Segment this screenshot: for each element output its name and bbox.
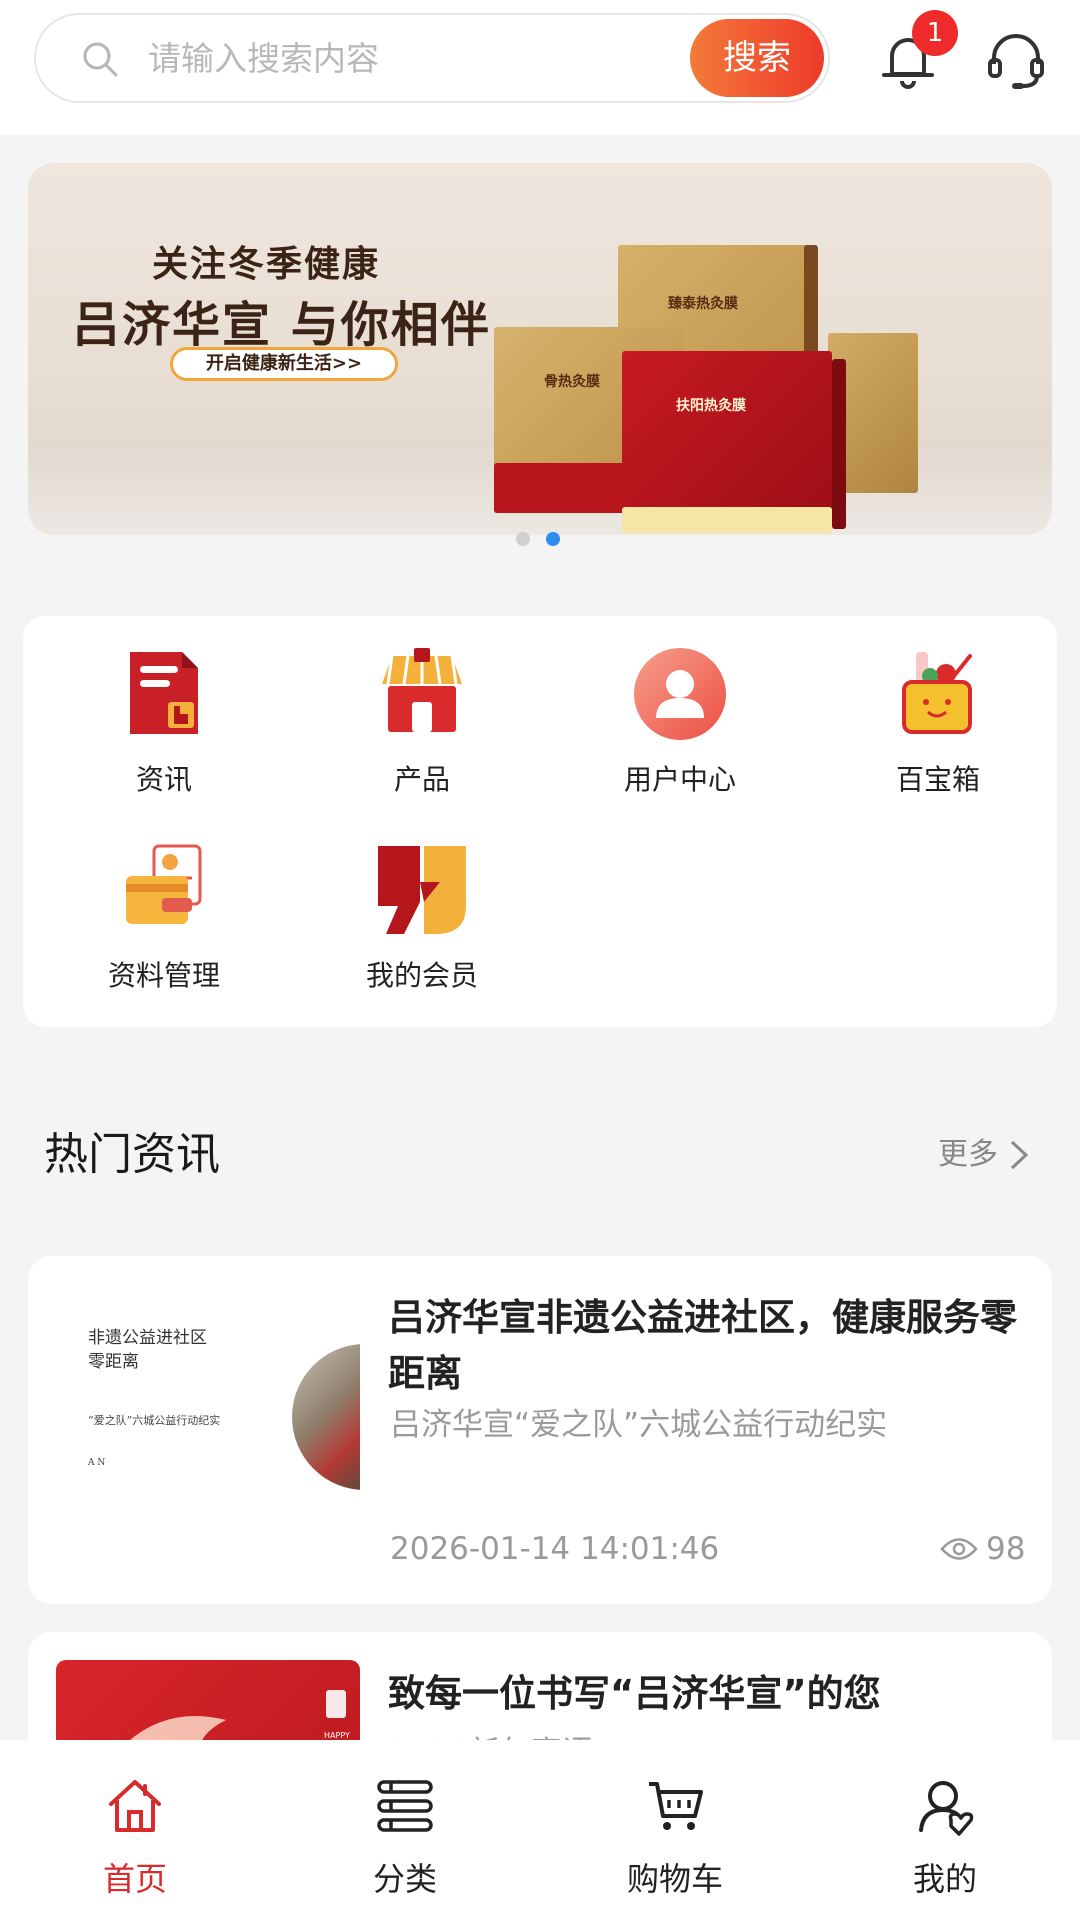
thumbnail-caption: “爱之队”六城公益行动纪实 [88, 1414, 221, 1427]
search-input[interactable]: 请输入搜索内容 [148, 37, 379, 81]
menu-label-user-center: 用户中心 [623, 763, 736, 796]
search-icon [83, 42, 118, 77]
nav-tab-cart[interactable]: 购物车 [540, 1740, 810, 1920]
promo-banner[interactable]: 关注冬季健康 吕济华宣 与你相伴 开启健康新生活>> 臻泰热灸膜 骨热灸膜 扶阳… [28, 163, 1052, 535]
menu-item-news[interactable]: 资讯 [54, 646, 274, 798]
cart-icon [649, 1782, 703, 1830]
news-icon [130, 652, 198, 734]
more-link[interactable]: 更多 [938, 1134, 998, 1176]
product-box-label-3: 扶阳热灸膜 [676, 398, 746, 414]
thumbnail-headline-line2: 零距离 [88, 1352, 139, 1372]
menu-item-treasure-box[interactable]: 百宝箱 [828, 646, 1048, 798]
thumbnail-mark: A N [88, 1458, 106, 1468]
news-thumbnail: 非遗公益进社区 零距离 “爱之队”六城公益行动纪实 A N [56, 1284, 360, 1584]
section-title-hot-news: 热门资讯 [44, 1129, 220, 1180]
menu-item-products[interactable]: 产品 [312, 646, 532, 798]
search-bar[interactable]: 请输入搜索内容 搜索 [34, 13, 830, 103]
banner-title-big: 吕济华宣 与你相伴 [72, 297, 491, 353]
nav-label-profile: 我的 [912, 1860, 977, 1898]
product-box-front [622, 351, 832, 511]
thumbnail-headline: 非遗公益进社区 零距离 [88, 1326, 207, 1374]
menu-label-products: 产品 [393, 763, 450, 796]
search-button[interactable]: 搜索 [690, 19, 824, 97]
nav-tab-category[interactable]: 分类 [270, 1740, 540, 1920]
product-box-front-side [832, 359, 846, 529]
nav-tab-home[interactable]: 首页 [0, 1740, 270, 1920]
menu-label-my-membership: 我的会员 [365, 959, 478, 992]
profile-icon [919, 1781, 974, 1836]
product-box-label-2: 骨热灸膜 [544, 374, 600, 390]
banner-pagination [516, 532, 564, 546]
chevron-right-icon[interactable] [1006, 1138, 1032, 1172]
nav-tab-profile[interactable]: 我的 [810, 1740, 1080, 1920]
notification-badge: 1 [912, 10, 958, 56]
banner-title-small: 关注冬季健康 [152, 243, 381, 285]
category-list-icon [377, 1780, 433, 1832]
menu-item-my-membership[interactable]: 我的会员 [312, 842, 532, 994]
news-view-count: 98 [986, 1531, 1026, 1567]
nav-label-cart: 购物车 [626, 1860, 723, 1898]
banner-cta[interactable]: 开启健康新生活>> [170, 347, 398, 381]
customer-service-icon[interactable] [984, 28, 1048, 92]
nav-label-home: 首页 [102, 1860, 167, 1898]
product-box-label-1: 臻泰热灸膜 [668, 296, 738, 312]
menu-label-news: 资讯 [135, 763, 192, 796]
thumbnail-photo [292, 1344, 360, 1490]
news-title: 吕济华宣非遗公益进社区，健康服务零距离 [388, 1296, 1017, 1395]
menu-item-user-center[interactable]: 用户中心 [570, 646, 790, 798]
home-icon [109, 1780, 161, 1832]
news-subtitle: 吕济华宣“爱之队”六城公益行动纪实 [390, 1407, 888, 1443]
treasure-box-icon [902, 652, 972, 734]
nav-label-category: 分类 [372, 1860, 437, 1898]
banner-dot-2[interactable] [546, 532, 560, 546]
menu-label-data-management: 资料管理 [107, 959, 220, 992]
news-title: 致每一位书写“吕济华宣”的您 [388, 1672, 881, 1715]
user-center-icon [634, 648, 726, 740]
news-date: 2026-01-14 14:01:46 [390, 1531, 720, 1567]
eye-icon [940, 1538, 978, 1560]
quick-menu-card: 资讯 产品 用户中心 百宝箱 资料管理 我的会员 [23, 616, 1057, 1027]
banner-dot-1[interactable] [516, 532, 530, 546]
news-card[interactable]: 非遗公益进社区 零距离 “爱之队”六城公益行动纪实 A N 吕济华宣非遗公益进社… [28, 1256, 1052, 1604]
menu-item-data-management[interactable]: 资料管理 [54, 842, 274, 994]
thumbnail-headline-line1: 非遗公益进社区 [88, 1328, 207, 1348]
product-box-front-base [622, 507, 832, 533]
bottom-navigation: 首页 分类 购物车 我的 [0, 1740, 1080, 1920]
store-icon [382, 648, 462, 732]
menu-label-treasure-box: 百宝箱 [895, 763, 980, 796]
member-logo-icon [378, 846, 466, 934]
wallet-icon [126, 844, 202, 924]
top-header: 请输入搜索内容 搜索 1 [0, 0, 1080, 135]
